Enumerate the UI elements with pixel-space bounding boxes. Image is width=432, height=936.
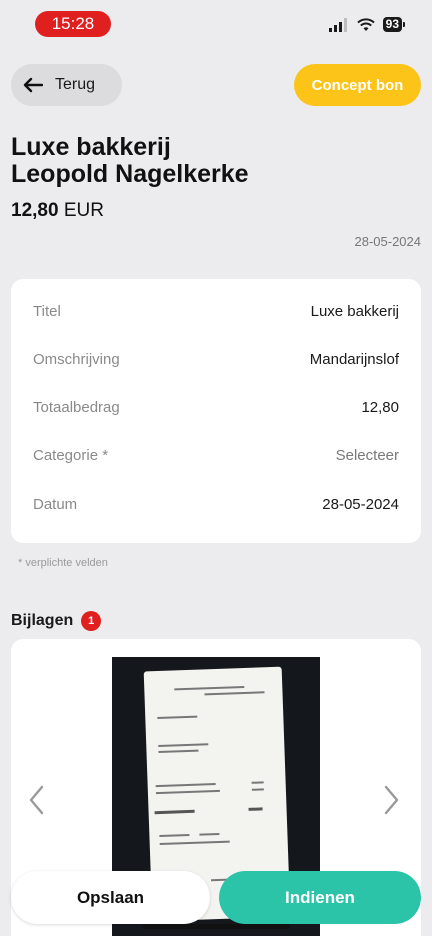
required-fields-note: * verplichte velden [18,557,108,569]
amount-currency: EUR [63,200,104,221]
next-attachment-button[interactable] [384,785,400,824]
back-label: Terug [55,76,96,93]
detail-label: Titel [33,302,61,320]
detail-row-description[interactable]: Omschrijving Mandarijnslof [33,349,399,369]
attachments-header: Bijlagen 1 [11,611,102,631]
status-time: 15:28 [35,11,111,37]
detail-row-total[interactable]: Totaalbedrag 12,80 [33,397,399,417]
detail-row-date[interactable]: Datum 28-05-2024 [33,494,399,514]
receipt-date: 28-05-2024 [354,234,422,249]
previous-attachment-button[interactable] [28,785,44,824]
save-button[interactable]: Opslaan [11,871,210,924]
detail-label: Datum [33,495,78,513]
detail-value: Mandarijnslof [309,350,399,368]
detail-row-category[interactable]: Categorie * Selecteer [33,445,399,465]
detail-row-title[interactable]: Titel Luxe bakkerij [33,301,399,321]
back-button[interactable]: Terug [11,64,122,106]
detail-value: Luxe bakkerij [310,302,399,320]
attachments-count-badge: 1 [81,611,102,631]
battery-icon: 93 [382,17,406,32]
receipt-amount: 12,80 EUR [11,200,104,222]
concept-receipt-button[interactable]: Concept bon [294,64,421,106]
details-card: Titel Luxe bakkerij Omschrijving Mandari… [11,279,421,543]
signal-icon [328,17,347,32]
wifi-icon [356,17,375,31]
receipt-title-line1: Luxe bakkerij [11,133,171,161]
arrow-left-icon [23,77,43,93]
home-indicator [142,924,290,929]
status-icons: 93 [328,17,406,32]
submit-button[interactable]: Indienen [219,871,421,924]
category-select[interactable]: Selecteer [336,447,399,464]
detail-value: 28-05-2024 [322,495,399,513]
receipt-title-line2: Leopold Nagelkerke [11,160,249,188]
status-bar: 15:28 93 [0,0,432,50]
chevron-right-icon [384,785,399,815]
detail-label: Omschrijving [33,350,120,368]
amount-value: 12,80 [11,200,59,221]
chevron-left-icon [29,785,44,815]
receipt-title: Luxe bakkerij Leopold Nagelkerke [11,134,249,188]
attachments-label: Bijlagen [11,612,74,629]
detail-value: 12,80 [361,398,399,416]
detail-label: Totaalbedrag [33,398,120,416]
detail-label: Categorie * [33,446,109,464]
